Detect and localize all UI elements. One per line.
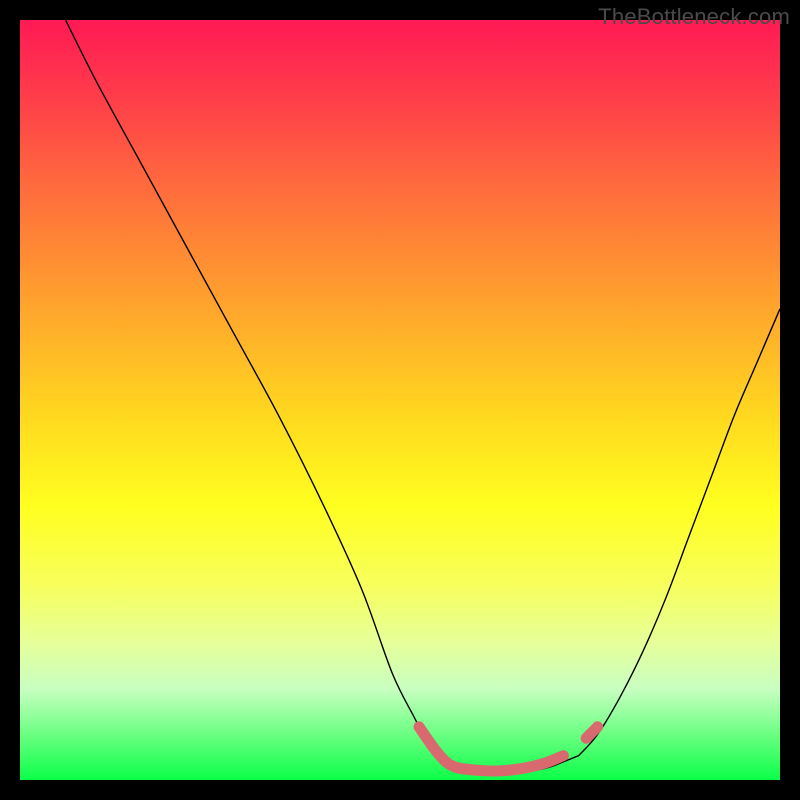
curve-layer (20, 20, 780, 780)
watermark-text: TheBottleneck.com (598, 4, 790, 30)
left-branch-curve (66, 20, 446, 765)
right-branch-curve (579, 309, 780, 756)
highlight-valley (419, 727, 563, 771)
plot-area (20, 20, 780, 780)
